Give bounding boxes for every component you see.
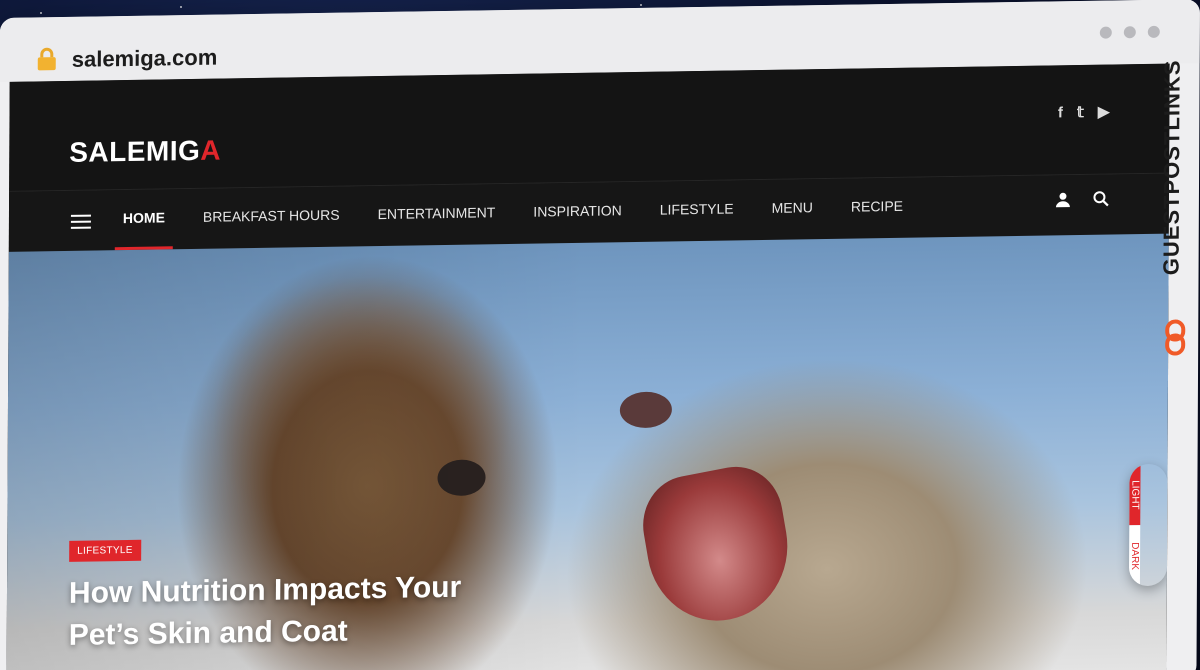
- user-icon[interactable]: [1055, 191, 1071, 208]
- link-chain-icon: [1165, 319, 1186, 356]
- theme-toggle[interactable]: LIGHT DARK: [1128, 464, 1168, 587]
- lock-icon: [37, 47, 56, 71]
- window-dot[interactable]: [1099, 26, 1112, 39]
- twitter-icon[interactable]: 𝕥: [1077, 103, 1084, 121]
- website-viewport: SALEMIGA f 𝕥 ▶ HOME BREAKFAST HOURS ENTE…: [6, 63, 1170, 670]
- nav-item-breakfast-hours[interactable]: BREAKFAST HOURS: [195, 207, 348, 225]
- site-header: SALEMIGA f 𝕥 ▶: [9, 63, 1170, 192]
- youtube-icon[interactable]: ▶: [1098, 103, 1110, 121]
- category-badge[interactable]: LIFESTYLE: [69, 539, 141, 562]
- watermark: GUESTPOSTLINKS: [1158, 59, 1194, 360]
- watermark-text: GUESTPOSTLINKS: [1158, 59, 1185, 276]
- nav-item-home[interactable]: HOME: [115, 209, 173, 226]
- hero-headline[interactable]: How Nutrition Impacts Your Pet’s Skin an…: [69, 566, 509, 657]
- theme-toggle-light[interactable]: LIGHT: [1129, 464, 1141, 526]
- nav-item-inspiration[interactable]: INSPIRATION: [525, 202, 630, 220]
- window-dot[interactable]: [1147, 25, 1160, 38]
- window-controls: [1099, 25, 1160, 39]
- browser-window: salemiga.com SALEMIGA f 𝕥 ▶ HOME BREAKFA…: [0, 0, 1200, 670]
- window-dot[interactable]: [1123, 26, 1136, 39]
- hero-featured-post[interactable]: LIFESTYLE How Nutrition Impacts Your Pet…: [6, 233, 1169, 670]
- site-logo[interactable]: SALEMIGA: [69, 135, 221, 169]
- nav-item-menu[interactable]: MENU: [764, 199, 821, 216]
- facebook-icon[interactable]: f: [1058, 104, 1063, 121]
- search-icon[interactable]: [1093, 191, 1109, 207]
- nav-item-lifestyle[interactable]: LIFESTYLE: [652, 200, 742, 217]
- social-links: f 𝕥 ▶: [1058, 103, 1110, 122]
- url-text[interactable]: salemiga.com: [72, 45, 218, 73]
- hamburger-menu-icon[interactable]: [70, 214, 91, 229]
- nav-item-entertainment[interactable]: ENTERTAINMENT: [370, 204, 504, 222]
- nav-menu: HOME BREAKFAST HOURS ENTERTAINMENT INSPI…: [115, 198, 911, 227]
- logo-text: SALEMIG: [69, 134, 201, 168]
- nav-actions: [1055, 191, 1109, 208]
- logo-accent: A: [200, 134, 222, 166]
- nav-item-recipe[interactable]: RECIPE: [843, 198, 911, 215]
